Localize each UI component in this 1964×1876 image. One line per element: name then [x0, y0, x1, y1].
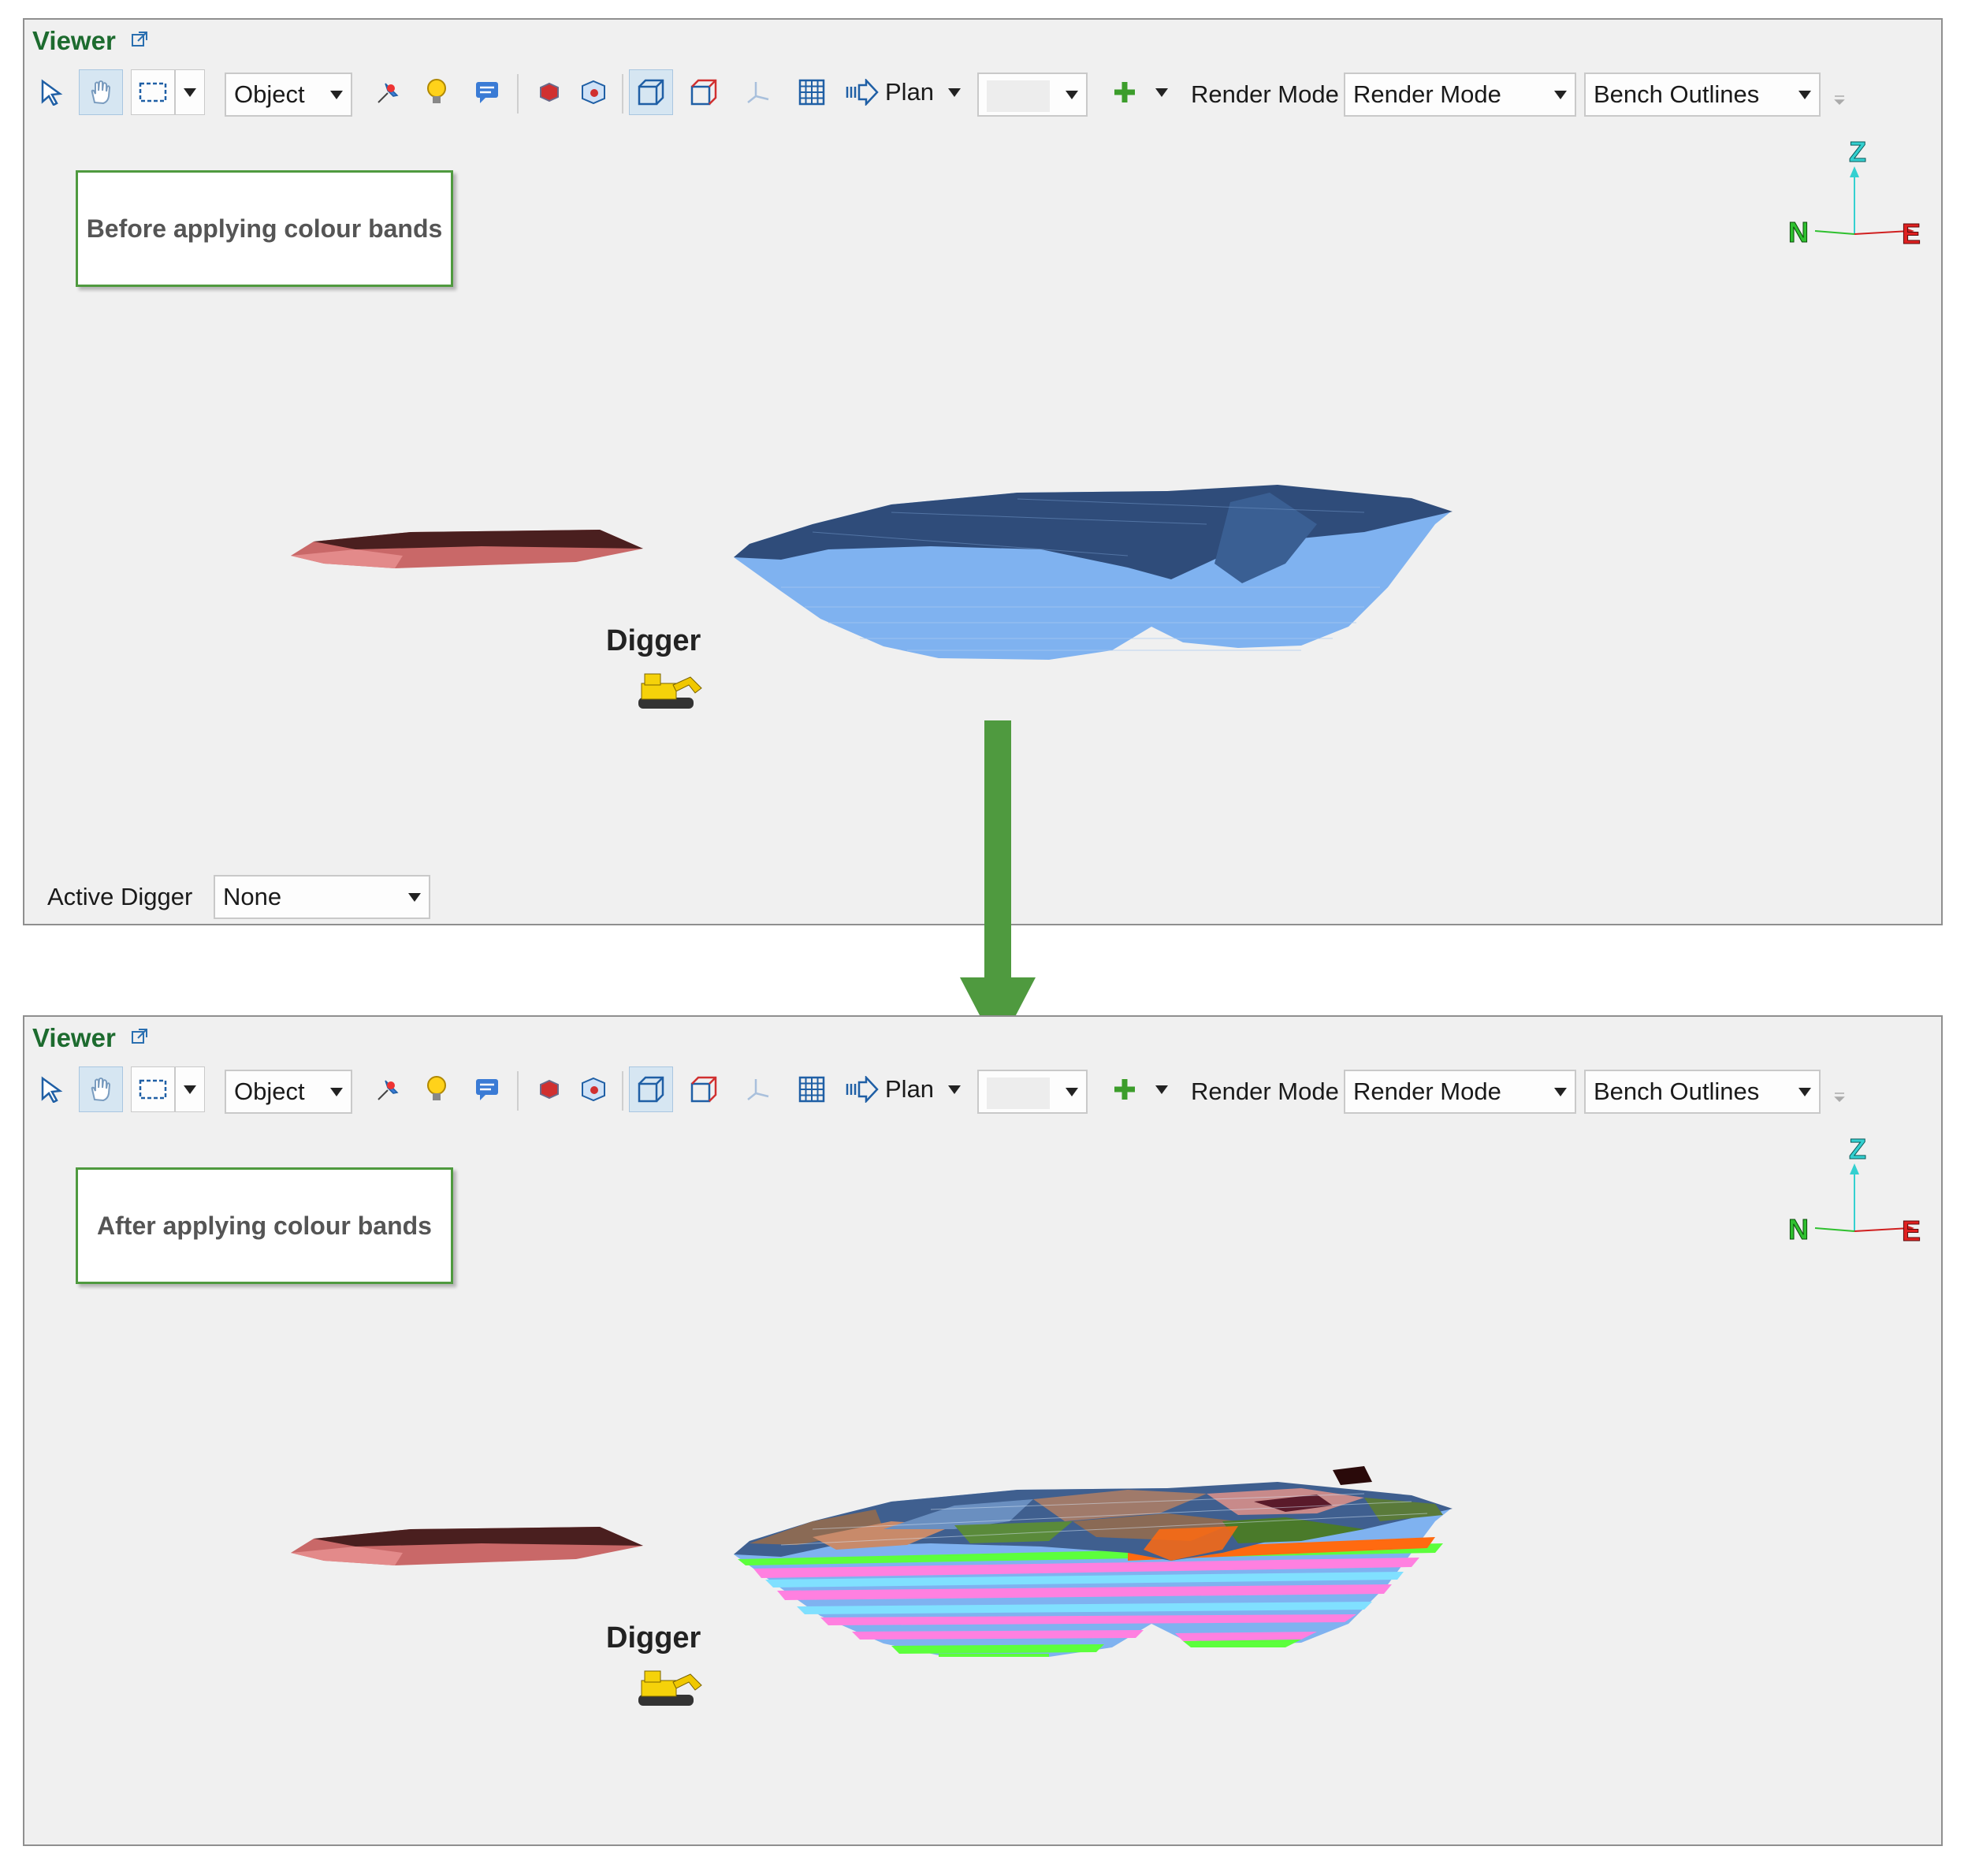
red-slab [291, 530, 643, 568]
pit-solid [734, 485, 1453, 660]
digger-label: Digger [606, 624, 701, 657]
excavator-icon [638, 673, 702, 709]
active-digger-combo[interactable]: None [214, 875, 430, 919]
digger-label: Digger [606, 1621, 701, 1655]
excavator-icon [638, 1670, 702, 1706]
pit-banded [734, 1466, 1453, 1657]
red-slab [291, 1527, 643, 1565]
scene-3d-after: Digger [291, 1466, 1453, 1706]
active-digger-label: Active Digger [47, 883, 193, 910]
viewer-panel-after: Viewer Object Plan Render Mode Render Mo… [23, 1015, 1943, 1846]
down-arrow-icon [960, 720, 1036, 1050]
